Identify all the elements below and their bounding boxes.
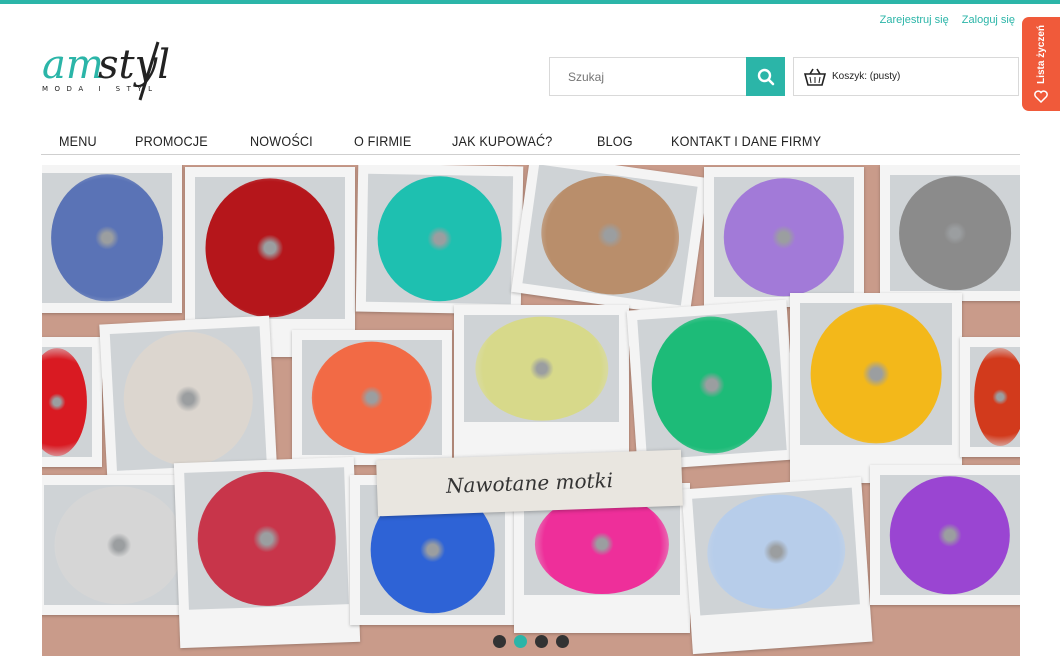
search-input[interactable] [550,58,746,95]
yarn-skein [205,178,335,318]
yarn-photo [42,337,102,467]
yarn-photo [355,165,524,315]
yarn-photo [681,476,873,655]
slider-dot-1[interactable] [493,635,506,648]
slider-dots [493,635,569,648]
yarn-skein [647,312,777,458]
basket-icon [804,68,826,86]
yarn-skein [889,476,1011,594]
yarn-skein [51,174,163,302]
banner-caption: Nawotane motki [376,449,683,517]
site-logo[interactable]: am styl MODA I STYL [40,34,200,106]
yarn-photo [870,465,1020,605]
yarn-skein [311,341,433,454]
search-icon [757,68,774,85]
heart-icon [1034,90,1048,103]
slider-dot-3[interactable] [535,635,548,648]
register-link[interactable]: Zarejestruj się [880,14,949,26]
search-box [549,57,785,96]
nav-item-jak-kupowac[interactable]: JAK KUPOWAĆ? [434,124,570,154]
login-link[interactable]: Zaloguj się [962,14,1015,26]
nav-item-promocje[interactable]: PROMOCJE [117,124,226,154]
yarn-skein [474,316,609,421]
nav-item-menu[interactable]: MENU [41,124,115,154]
main-navigation: MENU PROMOCJE NOWOŚCI O FIRMIE JAK KUPOW… [41,124,1020,155]
yarn-skein [703,489,849,614]
nav-item-blog[interactable]: BLOG [579,124,651,154]
yarn-skein [974,348,1020,446]
cart-box[interactable]: Koszyk: (pusty) [793,57,1019,96]
hero-slider[interactable]: Nawotane motki [42,165,1020,656]
yarn-skein [810,304,942,444]
yarn-skein [54,486,184,604]
svg-text:styl: styl [98,42,170,88]
nav-item-nowosci[interactable]: NOWOŚCI [232,124,331,154]
wishlist-label: Lista życzeń [1035,25,1047,84]
nav-item-kontakt[interactable]: KONTAKT I DANE FIRMY [653,124,839,154]
yarn-photo [292,330,452,465]
yarn-skein [533,167,687,303]
yarn-photo [626,299,798,471]
yarn-photo [42,165,182,313]
slider-dot-4[interactable] [556,635,569,648]
yarn-photo [454,305,629,460]
account-links: Zarejestruj się Zaloguj się [870,14,1015,26]
yarn-skein [195,469,338,608]
yarn-skein [723,178,845,296]
slider-dot-2[interactable] [514,635,527,648]
top-accent-bar [0,0,1060,4]
wishlist-tab[interactable]: Lista życzeń [1022,17,1060,111]
yarn-photo [704,167,864,307]
cart-label: Koszyk: (pusty) [832,71,901,82]
yarn-photo [511,165,709,317]
yarn-skein [376,175,503,303]
search-button[interactable] [746,57,785,96]
yarn-photo [790,293,962,483]
yarn-photo [880,165,1020,301]
yarn-skein [120,328,257,469]
svg-text:MODA I STYL: MODA I STYL [42,85,159,93]
yarn-photo [960,337,1020,457]
svg-text:am: am [42,42,104,88]
yarn-skein [42,348,88,456]
nav-item-o-firmie[interactable]: O FIRMIE [336,124,429,154]
yarn-skein [899,176,1011,290]
yarn-photo [173,456,361,649]
